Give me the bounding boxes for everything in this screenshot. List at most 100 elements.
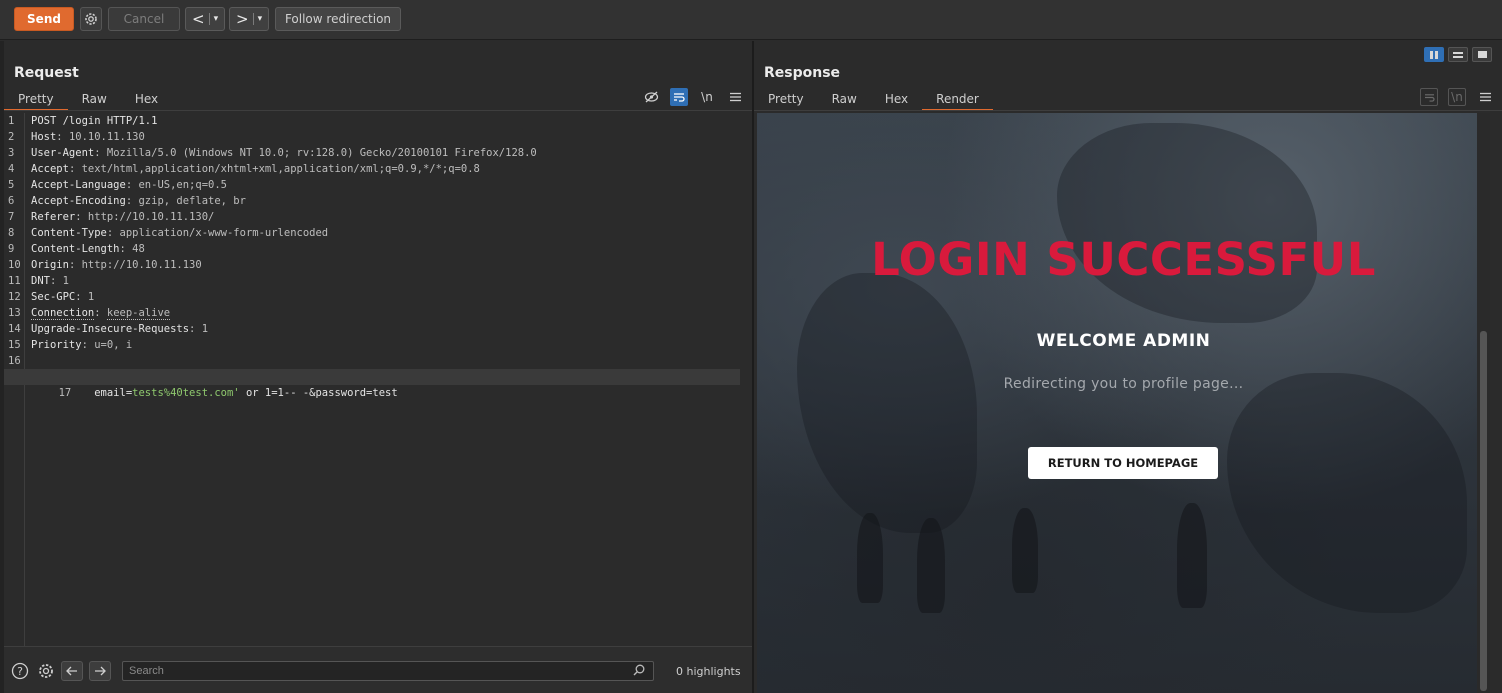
response-tab-hex[interactable]: Hex: [871, 87, 922, 111]
menu-icon[interactable]: [1476, 88, 1494, 106]
request-tab-pretty[interactable]: Pretty: [4, 87, 68, 111]
chevron-down-icon[interactable]: ▾: [214, 14, 219, 24]
response-tab-pretty[interactable]: Pretty: [754, 87, 818, 111]
layout-stacked-icon[interactable]: [1448, 47, 1468, 62]
newline-toggle-icon[interactable]: \n: [1448, 88, 1466, 106]
body-line[interactable]: 17 email=tests%40test.com' or 1=1-- -&pa…: [4, 369, 740, 399]
line-number: 8: [8, 227, 15, 239]
line-number: 15: [8, 339, 21, 351]
request-line[interactable]: 1 POST /login HTTP/1.1: [4, 113, 740, 129]
line-code: DNT: 1: [31, 273, 69, 289]
previous-request-button[interactable]: < ▾: [185, 7, 225, 31]
header-name: POST /login HTTP/1.1: [31, 115, 158, 127]
header-name: Accept: [31, 163, 69, 175]
toolbar: Send Cancel < ▾ > ▾ Follow redirection: [0, 0, 1502, 40]
request-line[interactable]: 12 Sec-GPC: 1: [4, 289, 740, 305]
request-line[interactable]: 5 Accept-Language: en-US,en;q=0.5: [4, 177, 740, 193]
header-value: 10.10.11.130: [68, 131, 145, 143]
line-number: 16: [8, 355, 21, 367]
request-line[interactable]: 14 Upgrade-Insecure-Requests: 1: [4, 321, 740, 337]
follow-redirection-button[interactable]: Follow redirection: [275, 7, 401, 31]
request-line[interactable]: 15 Priority: u=0, i: [4, 337, 740, 353]
request-line[interactable]: 2 Host: 10.10.11.130: [4, 129, 740, 145]
hide-eye-icon[interactable]: [642, 88, 660, 106]
search-next-arrow-icon[interactable]: [89, 661, 111, 681]
redirect-message: Redirecting you to profile page...: [1003, 376, 1244, 392]
header-name: Connection: [31, 307, 95, 320]
response-title: Response: [764, 65, 841, 81]
request-line[interactable]: 16: [4, 353, 740, 369]
line-number: 1: [8, 115, 15, 127]
background-art: [1057, 123, 1317, 323]
header-name: Upgrade-Insecure-Requests: [31, 323, 190, 335]
welcome-text: WELCOME ADMIN: [1036, 331, 1211, 351]
header-name: User-Agent: [31, 147, 95, 159]
menu-icon[interactable]: [726, 88, 744, 106]
request-tab-hex[interactable]: Hex: [121, 87, 172, 111]
line-code: Accept-Encoding: gzip, deflate, br: [31, 193, 246, 209]
request-line[interactable]: 6 Accept-Encoding: gzip, deflate, br: [4, 193, 740, 209]
request-tab-raw[interactable]: Raw: [68, 87, 121, 111]
request-line[interactable]: 8 Content-Type: application/x-www-form-ur…: [4, 225, 740, 241]
send-button[interactable]: Send: [14, 7, 74, 31]
line-code: email=tests%40test.com' or 1=1-- -&passw…: [31, 369, 397, 417]
line-number: 3: [8, 147, 15, 159]
header-name: Host: [31, 131, 57, 143]
body-param-email: email=: [94, 387, 133, 399]
line-number: 11: [8, 275, 21, 287]
request-line[interactable]: 7 Referer: http://10.10.11.130/: [4, 209, 740, 225]
wrap-lines-icon[interactable]: [1420, 88, 1438, 106]
line-code: Host: 10.10.11.130: [31, 129, 145, 145]
header-value: keep-alive: [106, 307, 171, 320]
background-figure: [857, 513, 883, 603]
chevron-down-icon[interactable]: ▾: [258, 14, 263, 24]
scrollbar-thumb[interactable]: [1480, 331, 1487, 691]
highlights-count: 0 highlights: [676, 665, 741, 678]
request-line[interactable]: 3 User-Agent: Mozilla/5.0 (Windows NT 10.…: [4, 145, 740, 161]
help-glyph: ?: [17, 665, 23, 678]
chevron-left-icon: <: [192, 9, 205, 28]
header-value: 48: [132, 243, 145, 255]
header-value: http://10.10.11.130: [81, 259, 202, 271]
header-name: Origin: [31, 259, 69, 271]
background-art: [797, 273, 977, 533]
request-line[interactable]: 13 Connection: keep-alive: [4, 305, 740, 321]
cancel-button[interactable]: Cancel: [108, 7, 180, 31]
request-bottom-bar: ? 0 highlights: [4, 646, 752, 693]
wrap-lines-icon[interactable]: [670, 88, 688, 106]
return-to-homepage-button[interactable]: RETURN TO HOMEPAGE: [1028, 447, 1218, 479]
request-line[interactable]: 9 Content-Length: 48: [4, 241, 740, 257]
response-tab-render[interactable]: Render: [922, 87, 993, 111]
request-editor[interactable]: 1 POST /login HTTP/1.1 2 Host: 10.10.11.130…: [4, 113, 752, 646]
header-value: application/x-www-form-urlencoded: [119, 227, 329, 239]
line-number: 4: [8, 163, 15, 175]
request-line[interactable]: 4 Accept: text/html,application/xhtml+xml…: [4, 161, 740, 177]
layout-single-icon[interactable]: [1472, 47, 1492, 62]
request-editor-actions: \n: [642, 88, 744, 106]
help-icon[interactable]: ?: [10, 661, 30, 681]
search-input[interactable]: [129, 665, 619, 677]
search-settings-gear-icon[interactable]: [36, 661, 56, 681]
tabs-border: [754, 110, 1502, 111]
search-box[interactable]: [122, 661, 654, 681]
background-figure: [1177, 503, 1207, 608]
settings-gear-icon[interactable]: [80, 7, 102, 31]
newline-toggle-icon[interactable]: \n: [698, 88, 716, 106]
request-pane: Request Pretty Raw Hex \n 1 POST /login …: [4, 41, 752, 693]
line-code: Upgrade-Insecure-Requests: 1: [31, 321, 208, 337]
layout-side-by-side-icon[interactable]: [1424, 47, 1444, 62]
next-request-button[interactable]: > ▾: [229, 7, 269, 31]
request-title: Request: [14, 65, 79, 81]
header-separator: :: [125, 195, 139, 207]
request-line[interactable]: 11 DNT: 1: [4, 273, 740, 289]
header-value: 1: [62, 275, 69, 287]
gear-icon: [85, 13, 97, 25]
rendered-page: LOGIN SUCCESSFUL WELCOME ADMIN Redirecti…: [757, 113, 1490, 693]
response-pane: Response Pretty Raw Hex Render \n LOGIN …: [754, 41, 1502, 693]
response-tab-raw[interactable]: Raw: [818, 87, 871, 111]
line-code: Sec-GPC: 1: [31, 289, 94, 305]
search-previous-arrow-icon[interactable]: [61, 661, 83, 681]
request-line[interactable]: 10 Origin: http://10.10.11.130: [4, 257, 740, 273]
request-tabs: Pretty Raw Hex: [4, 87, 172, 111]
render-scrollbar[interactable]: [1477, 113, 1490, 693]
